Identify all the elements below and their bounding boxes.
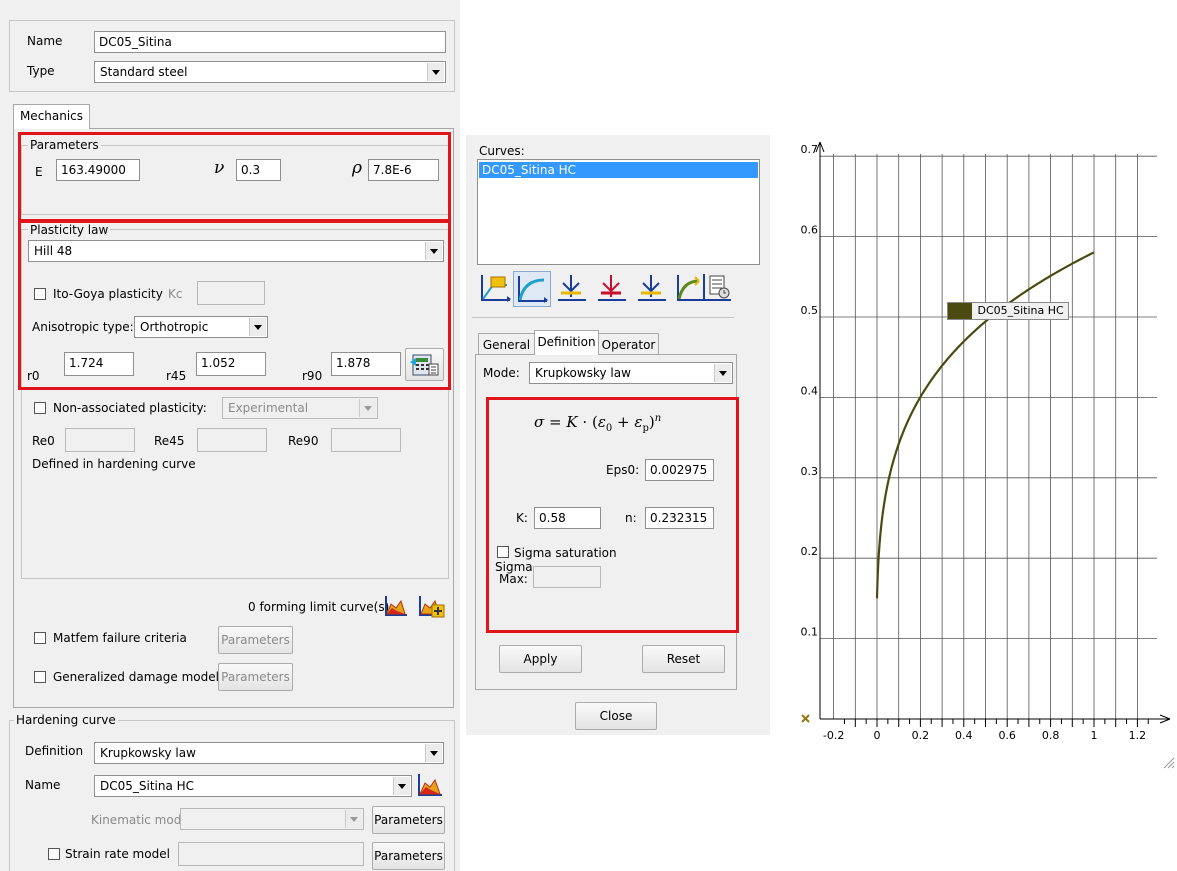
definition-value: Krupkowsky law — [100, 746, 196, 760]
reset-button[interactable]: Reset — [642, 645, 725, 673]
non-associated-mode-value: Experimental — [228, 401, 309, 415]
re90-input[interactable] — [331, 428, 401, 452]
tab-general[interactable]: General — [478, 333, 535, 355]
legend-label: DC05_Sitina HC — [977, 304, 1064, 317]
name-input[interactable]: DC05_Sitina — [94, 31, 446, 53]
tab-mechanics[interactable]: Mechanics — [13, 104, 90, 129]
formula-highlight — [486, 397, 739, 633]
tab-definition-label: Definition — [537, 335, 596, 349]
flc-chart-icon[interactable] — [383, 594, 409, 618]
kinematic-parameters-button[interactable]: Parameters — [372, 806, 445, 834]
chevron-down-icon — [359, 399, 376, 417]
chevron-down-icon — [393, 777, 410, 795]
plasticity-highlight — [18, 220, 451, 390]
curve-properties-icon[interactable] — [700, 271, 734, 305]
x-tick-label: 1.2 — [1129, 729, 1147, 742]
tab-definition[interactable]: Definition — [534, 330, 599, 355]
mode-label: Mode: — [483, 366, 520, 380]
damage-model-label: Generalized damage model — [53, 670, 219, 684]
import-curve-icon[interactable] — [633, 271, 669, 305]
curve-toolbar — [477, 271, 707, 307]
kinematic-model-select[interactable] — [180, 808, 364, 830]
curves-list[interactable]: DC05_Sitina HC — [477, 159, 760, 265]
strain-rate-input[interactable] — [178, 842, 364, 866]
definition-label: Definition — [25, 744, 84, 758]
resize-grip-icon — [1163, 757, 1175, 769]
parameters-highlight — [18, 132, 451, 222]
apply-button[interactable]: Apply — [499, 645, 582, 673]
hardening-curve-chart-icon[interactable] — [416, 772, 444, 798]
tab-operator[interactable]: Operator — [598, 333, 659, 355]
strain-rate-checkbox[interactable] — [48, 848, 60, 860]
damage-model-checkbox[interactable] — [34, 671, 46, 683]
new-curve-icon[interactable] — [477, 271, 513, 305]
flc-count-text: 0 forming limit curve(s) — [248, 600, 390, 614]
tab-mechanics-label: Mechanics — [19, 109, 84, 123]
curves-label: Curves: — [479, 144, 525, 158]
legend-swatch — [948, 303, 972, 319]
chevron-down-icon — [427, 63, 444, 81]
toolbar-separator — [472, 317, 734, 318]
y-tick-label: 0.3 — [801, 465, 819, 478]
kinematic-model-label: Kinematic model — [91, 813, 193, 827]
chart-area: -0.2 0 0.2 0.4 0.6 0.8 1 1.2 0.1 0.2 0.3 0.4 0.5 0.6 0… — [772, 136, 1177, 776]
hardening-title: Hardening curve — [14, 713, 118, 727]
non-associated-checkbox[interactable] — [34, 402, 46, 414]
x-tick-label: 0.4 — [955, 729, 973, 742]
hardening-name-value: DC05_Sitina HC — [100, 779, 195, 793]
matfem-parameters-button[interactable]: Parameters — [218, 626, 293, 654]
matfem-checkbox[interactable] — [34, 632, 46, 644]
y-tick-label: 0.6 — [801, 224, 819, 237]
tab-operator-label: Operator — [601, 338, 656, 352]
x-tick-label: 0 — [874, 729, 881, 742]
x-tick-label: 0.6 — [998, 729, 1016, 742]
y-tick-label: 0.7 — [801, 143, 819, 156]
re0-label: Re0 — [32, 434, 55, 448]
x-tick-label: 0.2 — [912, 729, 930, 742]
y-tick-label: 0.2 — [801, 545, 819, 558]
re45-input[interactable] — [197, 428, 267, 452]
type-select[interactable]: Standard steel — [94, 61, 446, 83]
copy-curve-icon[interactable] — [553, 271, 589, 305]
mode-select[interactable]: Krupkowsky law — [529, 362, 733, 384]
y-tick-label: 0.5 — [801, 304, 819, 317]
curve-list-item[interactable]: DC05_Sitina HC — [479, 162, 758, 178]
re45-label: Re45 — [154, 434, 185, 448]
curves-panel: Curves: DC05_Sitina HC General Definitio… — [466, 135, 770, 735]
chevron-down-icon — [345, 810, 362, 828]
re0-input[interactable] — [65, 428, 135, 452]
add-flc-icon[interactable] — [417, 594, 445, 618]
re90-label: Re90 — [288, 434, 319, 448]
x-tick-label: 1 — [1091, 729, 1098, 742]
x-tick-label: 0.8 — [1042, 729, 1060, 742]
non-associated-label: Non-associated plasticity: — [53, 401, 207, 415]
mode-value: Krupkowsky law — [535, 366, 631, 380]
y-tick-label: 0.1 — [801, 626, 819, 639]
matfem-label: Matfem failure criteria — [53, 631, 187, 645]
chevron-down-icon — [714, 364, 731, 382]
y-tick-label: 0.4 — [801, 384, 819, 397]
tab-general-label: General — [482, 338, 531, 352]
non-associated-mode-select[interactable]: Experimental — [222, 397, 378, 419]
definition-select[interactable]: Krupkowsky law — [94, 742, 444, 764]
type-select-value: Standard steel — [100, 65, 188, 79]
hardening-name-select[interactable]: DC05_Sitina HC — [94, 775, 412, 797]
type-label: Type — [27, 64, 55, 78]
defined-in-hardening-text: Defined in hardening curve — [32, 457, 196, 471]
strain-rate-parameters-button[interactable]: Parameters — [372, 842, 445, 870]
curve-list-item-label: DC05_Sitina HC — [482, 163, 577, 177]
strain-rate-label: Strain rate model — [65, 847, 170, 861]
close-button[interactable]: Close — [575, 702, 657, 730]
x-tick-label: -0.2 — [823, 729, 844, 742]
chevron-down-icon — [425, 744, 442, 762]
material-panel: Name DC05_Sitina Type Standard steel Mec… — [0, 0, 460, 871]
hardening-curve-chart: -0.2 0 0.2 0.4 0.6 0.8 1 1.2 0.1 0.2 0.3 0.4 0.5 0.6 0… — [801, 141, 1175, 769]
chart-legend: DC05_Sitina HC — [947, 302, 1069, 320]
delete-curve-icon[interactable] — [593, 271, 629, 305]
damage-model-parameters-button[interactable]: Parameters — [218, 663, 293, 691]
origin-marker-icon — [801, 714, 810, 723]
name-label: Name — [27, 34, 63, 48]
edit-curve-icon[interactable] — [513, 271, 551, 307]
hardening-name-label: Name — [25, 778, 61, 792]
